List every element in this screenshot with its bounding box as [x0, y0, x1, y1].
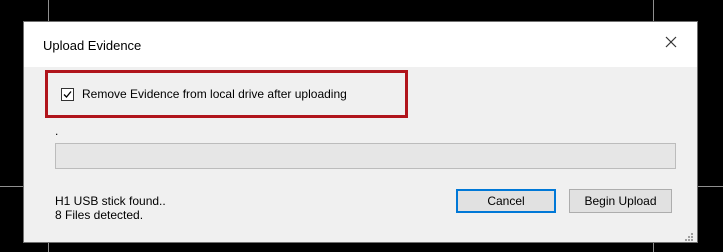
grid-line [48, 243, 49, 252]
remove-evidence-checkbox[interactable] [61, 87, 74, 101]
grid-line [0, 186, 23, 187]
upload-progress-bar [55, 143, 676, 169]
grid-line [48, 0, 49, 21]
status-line-usb: H1 USB stick found.. [55, 194, 166, 208]
status-line-files: 8 Files detected. [55, 208, 144, 222]
grid-line [653, 0, 654, 21]
resize-grip-icon[interactable] [684, 229, 694, 241]
status-text: H1 USB stick found.. 8 Files detected. [55, 194, 166, 222]
checkmark-icon [63, 90, 72, 98]
title-bar[interactable]: Upload Evidence [24, 22, 697, 67]
upload-evidence-dialog: Upload Evidence Remove Evidence from loc… [23, 21, 698, 243]
remove-evidence-label[interactable]: Remove Evidence from local drive after u… [82, 87, 347, 101]
cancel-button[interactable]: Cancel [456, 189, 556, 213]
begin-upload-button[interactable]: Begin Upload [569, 189, 672, 213]
close-icon[interactable] [663, 34, 679, 50]
grid-line [698, 186, 723, 187]
remove-evidence-option[interactable]: Remove Evidence from local drive after u… [61, 86, 347, 102]
dialog-title: Upload Evidence [43, 38, 142, 53]
status-dot: . [55, 124, 59, 138]
grid-line [653, 243, 654, 252]
